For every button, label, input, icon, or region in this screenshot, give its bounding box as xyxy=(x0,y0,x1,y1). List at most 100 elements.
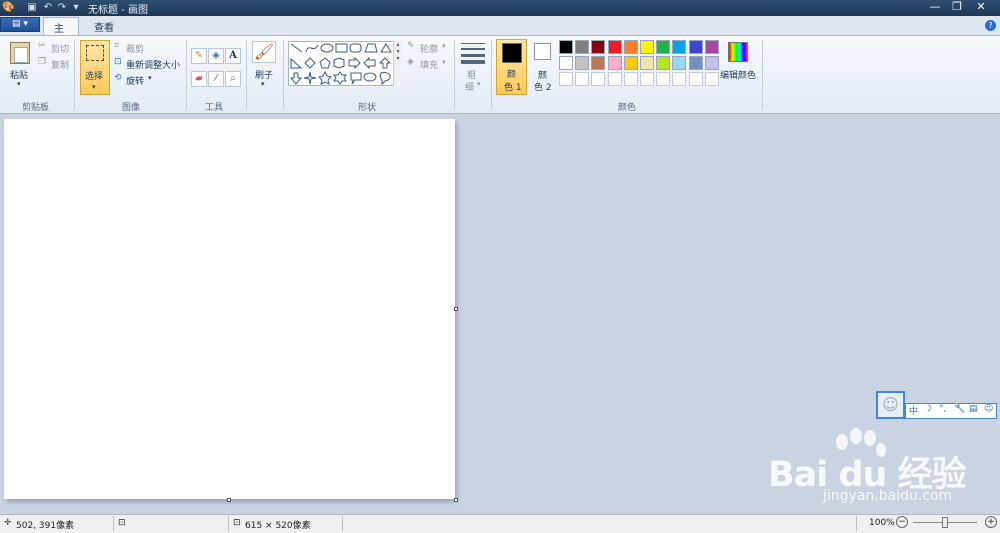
close-icon[interactable]: ✕ xyxy=(970,0,992,14)
rotate-icon[interactable]: ⟲ xyxy=(114,73,122,83)
palette-swatch[interactable] xyxy=(559,72,573,86)
zoom-in-icon[interactable]: + xyxy=(985,516,997,528)
text-tool-icon[interactable]: A xyxy=(225,48,241,64)
quick-access-dropdown-icon[interactable]: ▾ xyxy=(70,2,82,14)
paint-app-icon[interactable]: 🎨 xyxy=(2,2,14,14)
ime-avatar-icon[interactable]: ☺ xyxy=(876,391,905,419)
outline-button[interactable]: 轮廓 xyxy=(420,42,438,55)
size-line-medium[interactable] xyxy=(461,48,485,50)
ime-toolbar-button[interactable]: °, xyxy=(939,404,946,414)
palette-swatch[interactable] xyxy=(640,56,654,70)
palette-swatch[interactable] xyxy=(656,40,671,54)
color-2-swatch[interactable] xyxy=(534,43,551,60)
palette-swatch[interactable] xyxy=(591,72,606,86)
palette-swatch[interactable] xyxy=(607,72,622,86)
paste-icon[interactable] xyxy=(10,42,30,64)
select-rectangle-icon xyxy=(86,45,104,61)
edit-colors-icon[interactable] xyxy=(728,42,748,62)
rotate-button[interactable]: 旋转 xyxy=(126,74,144,87)
palette-swatch[interactable] xyxy=(640,72,654,86)
ime-toolbar-button[interactable]: ☽ xyxy=(924,404,932,414)
palette-swatch[interactable] xyxy=(672,72,687,86)
palette-swatch[interactable] xyxy=(656,72,671,86)
ime-toolbar-button[interactable]: 中 xyxy=(909,404,918,417)
pencil-icon[interactable]: ✎ xyxy=(191,48,207,64)
palette-swatch[interactable] xyxy=(640,40,654,54)
maximize-icon[interactable]: ❐ xyxy=(946,0,968,14)
file-menu-button[interactable]: ▤ ▾ xyxy=(0,17,40,32)
redo-icon[interactable]: ↷ xyxy=(56,2,68,14)
ime-toolbar-button[interactable]: 🔧 xyxy=(954,404,965,414)
size-line-thick[interactable] xyxy=(461,54,485,57)
canvas-resize-handle-corner[interactable] xyxy=(454,498,458,502)
palette-swatch[interactable] xyxy=(559,40,573,54)
cut-button[interactable]: 剪切 xyxy=(51,42,69,55)
palette-swatch[interactable] xyxy=(559,56,573,70)
size-dropdown-icon[interactable]: ▾ xyxy=(477,80,481,88)
shapes-scrollbar[interactable]: ▴ ▾ ▾ xyxy=(393,41,402,86)
palette-swatch[interactable] xyxy=(704,72,719,86)
ime-toolbar-button[interactable]: ☺ xyxy=(984,404,993,414)
palette-swatch[interactable] xyxy=(575,72,590,86)
magnifier-icon[interactable]: ⌕ xyxy=(225,71,241,87)
eraser-icon[interactable]: ▰ xyxy=(191,71,207,87)
palette-swatch[interactable] xyxy=(704,56,719,70)
save-icon[interactable]: ▣ xyxy=(26,2,38,14)
fill-dropdown-icon[interactable]: ▾ xyxy=(442,58,446,66)
brushes-dropdown-icon[interactable]: ▾ xyxy=(261,80,265,88)
tab-view[interactable]: 查看 xyxy=(84,17,124,35)
zoom-slider-thumb[interactable] xyxy=(942,517,948,528)
palette-swatch[interactable] xyxy=(623,40,638,54)
palette-swatch[interactable] xyxy=(607,56,622,70)
ime-toolbar-button[interactable]: ▤ xyxy=(969,404,978,414)
resize-icon[interactable]: ⊡ xyxy=(114,57,122,67)
canvas-resize-handle-right[interactable] xyxy=(454,307,458,311)
drawing-canvas[interactable] xyxy=(4,119,455,499)
status-divider xyxy=(113,516,114,531)
color-2-label-line2[interactable]: 色 2 xyxy=(534,80,552,93)
color-picker-icon[interactable]: ⁄ xyxy=(208,71,224,87)
palette-swatch[interactable] xyxy=(623,72,638,86)
watermark-url: jingyan.baidu.com xyxy=(823,488,953,504)
palette-swatch[interactable] xyxy=(607,40,622,54)
paste-dropdown-icon[interactable]: ▾ xyxy=(17,80,21,88)
crop-button[interactable]: 裁剪 xyxy=(126,42,144,55)
palette-swatch[interactable] xyxy=(672,40,687,54)
fill-icon[interactable]: ◈ xyxy=(407,57,414,67)
outline-dropdown-icon[interactable]: ▾ xyxy=(442,42,446,50)
palette-swatch[interactable] xyxy=(623,56,638,70)
palette-swatch[interactable] xyxy=(704,40,719,54)
zoom-out-icon[interactable]: − xyxy=(896,516,908,528)
crop-icon[interactable]: ⌗ xyxy=(114,41,119,51)
copy-button[interactable]: 复制 xyxy=(51,58,69,71)
select-button[interactable]: 选择 ▾ xyxy=(80,40,110,95)
palette-swatch[interactable] xyxy=(688,56,703,70)
minimize-icon[interactable]: — xyxy=(924,0,946,14)
cursor-position-icon: ✛ xyxy=(4,518,12,528)
copy-icon[interactable]: ❐ xyxy=(38,57,46,67)
palette-swatch[interactable] xyxy=(688,40,703,54)
palette-swatch[interactable] xyxy=(575,40,590,54)
tab-home[interactable]: 主页 xyxy=(43,17,79,50)
size-label-line2[interactable]: 细 xyxy=(465,80,474,93)
fill-bucket-icon[interactable]: ◈ xyxy=(208,48,224,64)
palette-swatch[interactable] xyxy=(672,56,687,70)
palette-swatch[interactable] xyxy=(688,72,703,86)
rotate-dropdown-icon[interactable]: ▾ xyxy=(148,74,152,82)
undo-icon[interactable]: ↶ xyxy=(42,2,54,14)
help-icon[interactable]: ? xyxy=(985,20,996,31)
color-1-button[interactable]: 颜 色 1 xyxy=(496,39,527,95)
edit-colors-button[interactable]: 编辑颜色 xyxy=(720,68,756,81)
size-line-thin[interactable] xyxy=(461,43,485,44)
palette-swatch[interactable] xyxy=(591,40,606,54)
size-line-thickest[interactable] xyxy=(461,60,485,64)
brush-icon[interactable]: 🖌 xyxy=(252,41,276,63)
canvas-resize-handle-bottom[interactable] xyxy=(227,498,231,502)
palette-swatch[interactable] xyxy=(656,56,671,70)
palette-swatch[interactable] xyxy=(575,56,590,70)
fill-button[interactable]: 填充 xyxy=(420,58,438,71)
outline-icon[interactable]: ✎ xyxy=(407,41,415,51)
cut-icon[interactable]: ✂ xyxy=(38,41,46,51)
resize-button[interactable]: 重新调整大小 xyxy=(126,58,180,71)
palette-swatch[interactable] xyxy=(591,56,606,70)
